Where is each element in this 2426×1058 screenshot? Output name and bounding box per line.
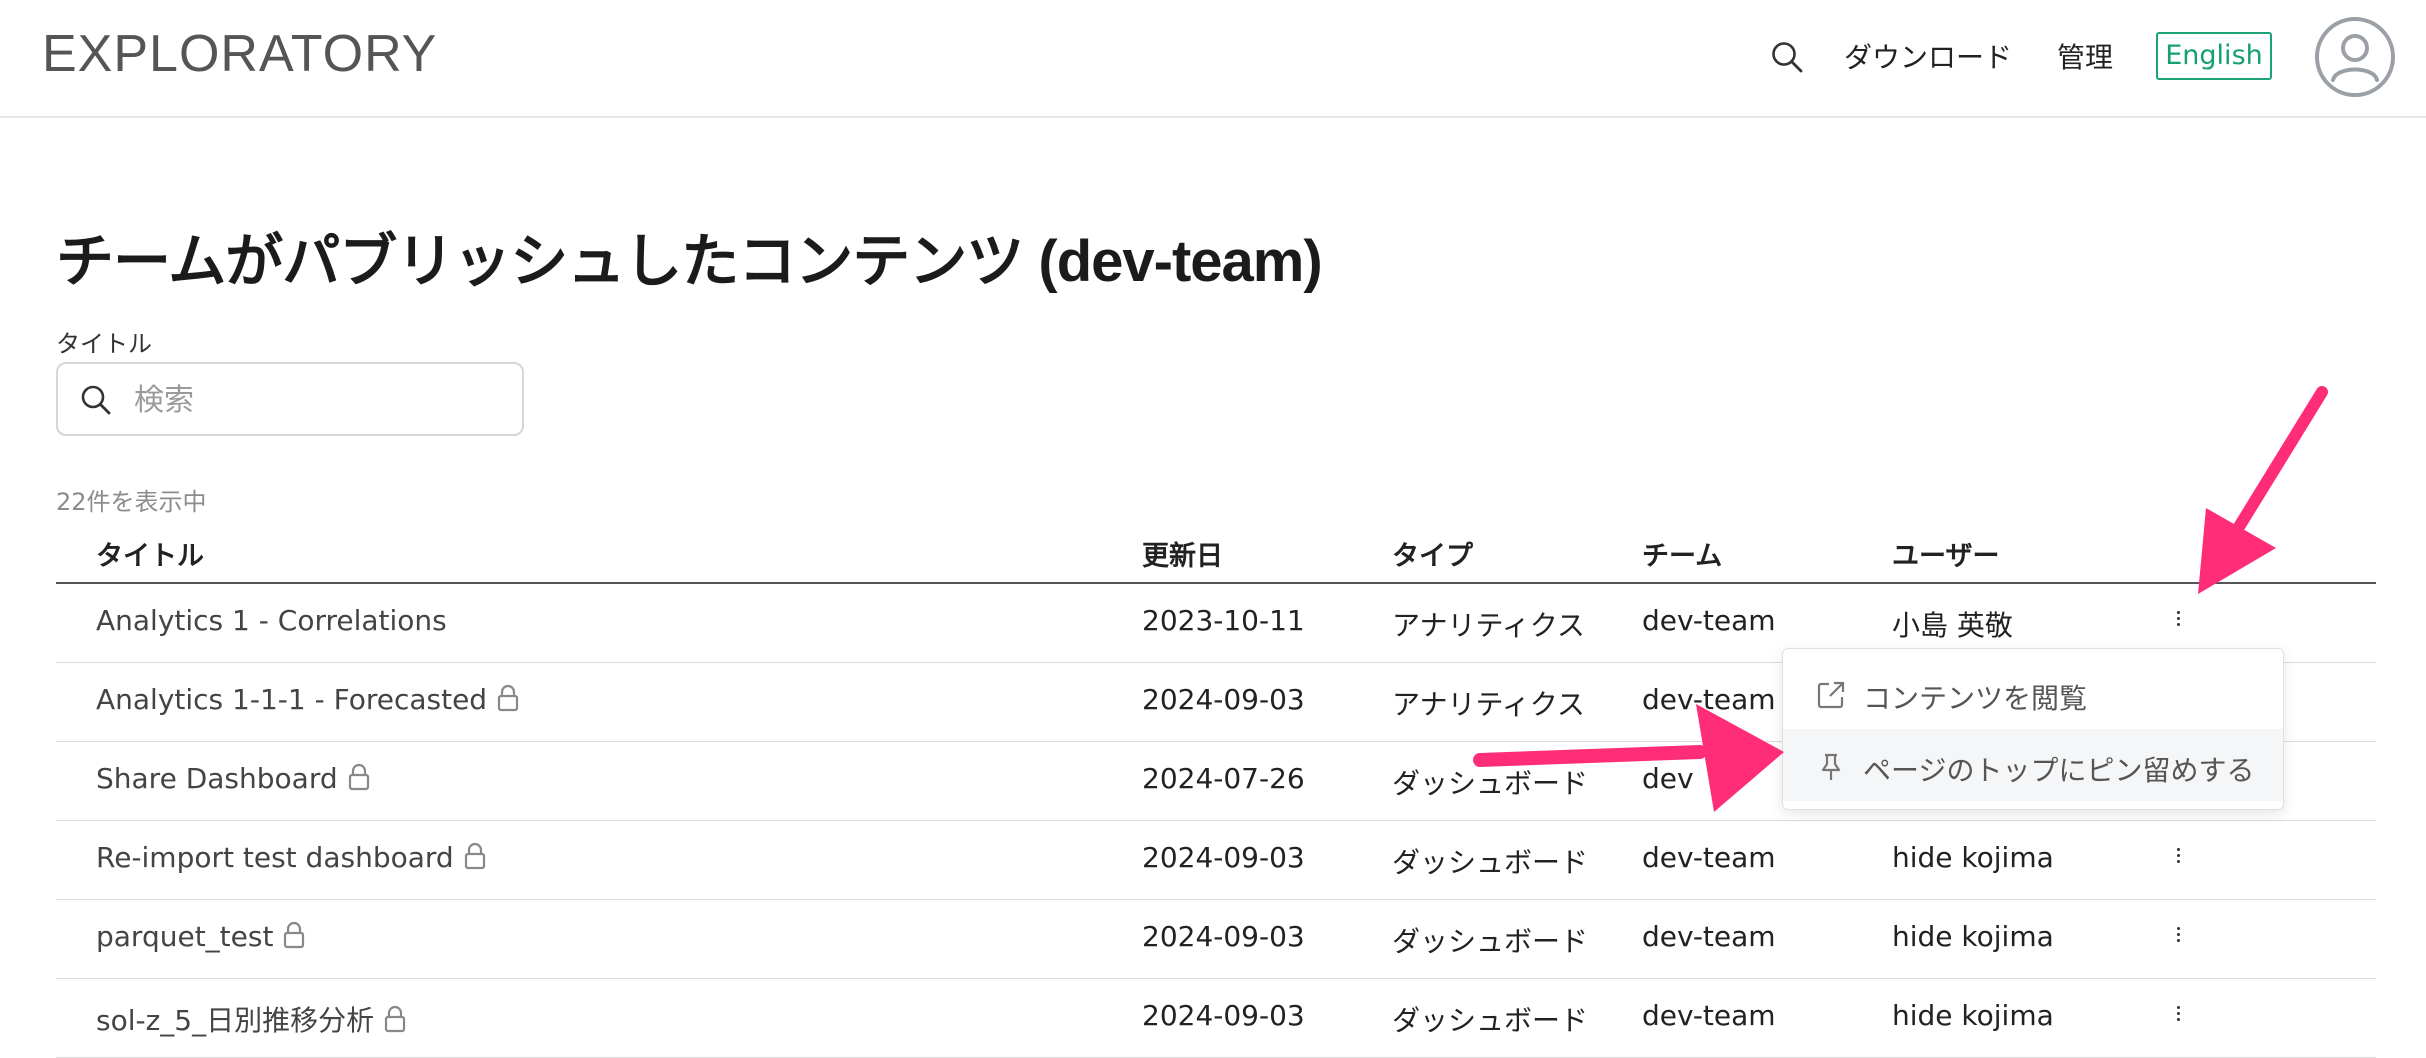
column-header-type[interactable]: タイプ bbox=[1392, 534, 1473, 573]
search-icon[interactable] bbox=[1770, 40, 1804, 74]
lock-icon bbox=[284, 921, 305, 949]
row-title-text[interactable]: sol-z_5_日別推移分析 bbox=[96, 1004, 374, 1037]
row-more-menu-icon[interactable] bbox=[2168, 845, 2188, 875]
row-title[interactable]: sol-z_5_日別推移分析 bbox=[96, 999, 406, 1039]
row-title-text[interactable]: Share Dashboard bbox=[96, 762, 338, 795]
row-title[interactable]: Analytics 1 - Correlations bbox=[96, 604, 447, 637]
table-row[interactable]: sol-z_5_日別推移分析 2024-09-03 ダッシュボード dev-te… bbox=[56, 979, 2376, 1058]
row-type: ダッシュボード bbox=[1392, 925, 1589, 958]
menu-item-label: ページのトップにピン留めする bbox=[1863, 754, 2255, 787]
row-user: hide kojima bbox=[1892, 841, 2054, 874]
row-type: アナリティクス bbox=[1392, 609, 1585, 642]
row-team: dev-team bbox=[1642, 920, 1776, 953]
row-user: hide kojima bbox=[1892, 920, 2054, 953]
row-team: dev-team bbox=[1642, 999, 1776, 1032]
table-row[interactable]: parquet_test 2024-09-03 ダッシュボード dev-team… bbox=[56, 900, 2376, 979]
lock-icon bbox=[464, 842, 485, 870]
row-title[interactable]: Share Dashboard bbox=[96, 762, 370, 795]
external-link-icon bbox=[1817, 681, 1845, 709]
row-type: ダッシュボード bbox=[1392, 767, 1589, 800]
search-input[interactable] bbox=[132, 376, 496, 424]
row-more-menu-icon[interactable] bbox=[2168, 608, 2188, 638]
row-user: hide kojima bbox=[1892, 999, 2054, 1032]
result-count: 22件を表示中 bbox=[56, 488, 207, 516]
column-header-user[interactable]: ユーザー bbox=[1892, 534, 1999, 573]
row-title-text[interactable]: Analytics 1-1-1 - Forecasted bbox=[96, 683, 487, 716]
row-type: アナリティクス bbox=[1392, 688, 1585, 721]
row-date: 2024-09-03 bbox=[1142, 841, 1305, 874]
menu-item-pin-to-top[interactable]: ページのトップにピン留めする bbox=[1783, 729, 2283, 801]
row-title[interactable]: Analytics 1-1-1 - Forecasted bbox=[96, 683, 519, 716]
row-date: 2024-09-03 bbox=[1142, 683, 1305, 716]
row-type: ダッシュボード bbox=[1392, 1004, 1589, 1037]
row-type: ダッシュボード bbox=[1392, 846, 1589, 879]
page-title: チームがパブリッシュしたコンテンツ (dev-team) bbox=[56, 229, 1323, 294]
row-title-text[interactable]: parquet_test bbox=[96, 920, 273, 953]
menu-item-view-content[interactable]: コンテンツを閲覧 bbox=[1783, 657, 2283, 729]
row-more-menu-icon[interactable] bbox=[2168, 924, 2188, 954]
menu-item-label: コンテンツを閲覧 bbox=[1863, 682, 2088, 715]
nav-download-link[interactable]: ダウンロード bbox=[1844, 36, 2012, 76]
table-row[interactable]: Re-import test dashboard 2024-09-03 ダッシュ… bbox=[56, 821, 2376, 900]
row-title[interactable]: Re-import test dashboard bbox=[96, 841, 486, 874]
row-date: 2024-09-03 bbox=[1142, 999, 1305, 1032]
language-english-button[interactable]: English bbox=[2156, 32, 2272, 80]
row-date: 2023-10-11 bbox=[1142, 604, 1305, 637]
column-header-updated[interactable]: 更新日 bbox=[1142, 534, 1223, 573]
title-filter-label: タイトル bbox=[56, 330, 152, 358]
row-title[interactable]: parquet_test bbox=[96, 920, 305, 953]
row-team: dev-team bbox=[1642, 841, 1776, 874]
column-header-team[interactable]: チーム bbox=[1642, 534, 1722, 573]
pin-icon bbox=[1821, 753, 1841, 780]
row-more-menu-icon[interactable] bbox=[2168, 1003, 2188, 1033]
search-icon bbox=[81, 385, 111, 415]
lock-icon bbox=[348, 763, 369, 791]
row-team: dev bbox=[1642, 762, 1694, 795]
lock-icon bbox=[385, 1005, 406, 1033]
row-team: dev-team bbox=[1642, 604, 1776, 637]
row-title-text[interactable]: Re-import test dashboard bbox=[96, 841, 454, 874]
row-context-menu: コンテンツを閲覧 ページのトップにピン留めする bbox=[1782, 648, 2284, 810]
user-avatar-icon[interactable] bbox=[2314, 16, 2396, 98]
row-title-text[interactable]: Analytics 1 - Correlations bbox=[96, 604, 447, 637]
row-user: 小島 英敬 bbox=[1892, 609, 2013, 642]
logo[interactable]: EXPLORATORY bbox=[42, 24, 437, 84]
table-header: タイトル 更新日 タイプ チーム ユーザー bbox=[56, 520, 2376, 584]
column-header-title[interactable]: タイトル bbox=[96, 534, 204, 573]
row-date: 2024-07-26 bbox=[1142, 762, 1305, 795]
nav-admin-link[interactable]: 管理 bbox=[2057, 36, 2113, 76]
row-date: 2024-09-03 bbox=[1142, 920, 1305, 953]
title-search-box[interactable] bbox=[56, 362, 524, 436]
top-header: EXPLORATORY ダウンロード 管理 English bbox=[0, 0, 2426, 118]
lock-icon bbox=[497, 684, 519, 712]
row-team: dev-team bbox=[1642, 683, 1776, 716]
